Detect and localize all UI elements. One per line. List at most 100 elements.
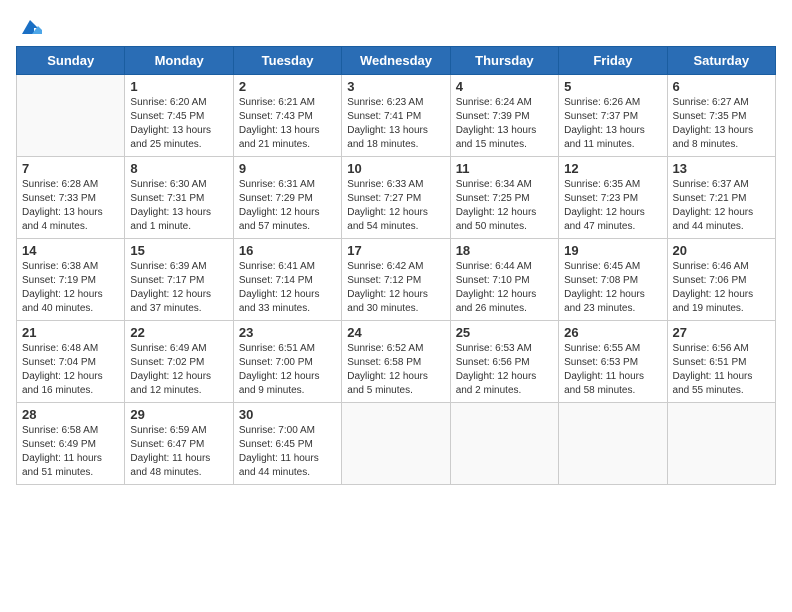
calendar-day-cell: 2 Sunrise: 6:21 AM Sunset: 7:43 PM Daylig… xyxy=(233,75,341,157)
calendar-day-cell: 22 Sunrise: 6:49 AM Sunset: 7:02 PM Dayli… xyxy=(125,321,233,403)
day-number: 11 xyxy=(456,161,553,176)
calendar-day-cell xyxy=(450,403,558,485)
day-number: 5 xyxy=(564,79,661,94)
day-detail: Sunrise: 6:34 AM Sunset: 7:25 PM Dayligh… xyxy=(456,178,553,234)
calendar-week-row: 28 Sunrise: 6:58 AM Sunset: 6:49 PM Dayli… xyxy=(17,403,776,485)
day-detail: Sunrise: 6:20 AM Sunset: 7:45 PM Dayligh… xyxy=(130,96,227,152)
calendar-day-cell: 28 Sunrise: 6:58 AM Sunset: 6:49 PM Dayli… xyxy=(17,403,125,485)
calendar-day-cell: 24Sunrise: 6:52 AM Sunset: 6:58 PM Dayli… xyxy=(342,321,450,403)
day-detail: Sunrise: 6:46 AM Sunset: 7:06 PM Dayligh… xyxy=(673,260,770,316)
logo xyxy=(16,20,42,38)
day-detail: Sunrise: 6:39 AM Sunset: 7:17 PM Dayligh… xyxy=(130,260,227,316)
calendar-day-cell: 17 Sunrise: 6:42 AM Sunset: 7:12 PM Dayli… xyxy=(342,239,450,321)
day-detail: Sunrise: 6:45 AM Sunset: 7:08 PM Dayligh… xyxy=(564,260,661,316)
day-number: 20 xyxy=(673,243,770,258)
calendar-day-cell: 13 Sunrise: 6:37 AM Sunset: 7:21 PM Dayli… xyxy=(667,157,775,239)
day-number: 30 xyxy=(239,407,336,422)
day-number: 12 xyxy=(564,161,661,176)
day-number: 15 xyxy=(130,243,227,258)
day-number: 9 xyxy=(239,161,336,176)
day-number: 16 xyxy=(239,243,336,258)
calendar-day-cell: 25 Sunrise: 6:53 AM Sunset: 6:56 PM Dayli… xyxy=(450,321,558,403)
day-detail: Sunrise: 6:48 AM Sunset: 7:04 PM Dayligh… xyxy=(22,342,119,398)
day-detail: Sunrise: 6:41 AM Sunset: 7:14 PM Dayligh… xyxy=(239,260,336,316)
calendar-day-cell: 7Sunrise: 6:28 AM Sunset: 7:33 PM Daylig… xyxy=(17,157,125,239)
day-of-week-header: Tuesday xyxy=(233,47,341,75)
calendar-day-cell: 1Sunrise: 6:20 AM Sunset: 7:45 PM Daylig… xyxy=(125,75,233,157)
day-detail: Sunrise: 6:49 AM Sunset: 7:02 PM Dayligh… xyxy=(130,342,227,398)
day-detail: Sunrise: 6:51 AM Sunset: 7:00 PM Dayligh… xyxy=(239,342,336,398)
calendar-day-cell: 9 Sunrise: 6:31 AM Sunset: 7:29 PM Daylig… xyxy=(233,157,341,239)
day-number: 26 xyxy=(564,325,661,340)
calendar-week-row: 21Sunrise: 6:48 AM Sunset: 7:04 PM Dayli… xyxy=(17,321,776,403)
day-number: 2 xyxy=(239,79,336,94)
day-of-week-header: Thursday xyxy=(450,47,558,75)
page-header xyxy=(16,16,776,38)
day-detail: Sunrise: 6:38 AM Sunset: 7:19 PM Dayligh… xyxy=(22,260,119,316)
day-detail: Sunrise: 6:21 AM Sunset: 7:43 PM Dayligh… xyxy=(239,96,336,152)
calendar-week-row: 1Sunrise: 6:20 AM Sunset: 7:45 PM Daylig… xyxy=(17,75,776,157)
calendar-day-cell: 30 Sunrise: 7:00 AM Sunset: 6:45 PM Dayli… xyxy=(233,403,341,485)
day-of-week-header: Saturday xyxy=(667,47,775,75)
calendar-day-cell: 15 Sunrise: 6:39 AM Sunset: 7:17 PM Dayli… xyxy=(125,239,233,321)
day-detail: Sunrise: 6:56 AM Sunset: 6:51 PM Dayligh… xyxy=(673,342,770,398)
calendar-day-cell: 10 Sunrise: 6:33 AM Sunset: 7:27 PM Dayli… xyxy=(342,157,450,239)
day-number: 23 xyxy=(239,325,336,340)
day-detail: Sunrise: 6:58 AM Sunset: 6:49 PM Dayligh… xyxy=(22,424,119,480)
calendar-day-cell: 29Sunrise: 6:59 AM Sunset: 6:47 PM Dayli… xyxy=(125,403,233,485)
calendar-day-cell xyxy=(559,403,667,485)
calendar-day-cell: 8Sunrise: 6:30 AM Sunset: 7:31 PM Daylig… xyxy=(125,157,233,239)
day-detail: Sunrise: 6:31 AM Sunset: 7:29 PM Dayligh… xyxy=(239,178,336,234)
calendar-day-cell: 12 Sunrise: 6:35 AM Sunset: 7:23 PM Dayli… xyxy=(559,157,667,239)
calendar-week-row: 14 Sunrise: 6:38 AM Sunset: 7:19 PM Dayli… xyxy=(17,239,776,321)
day-number: 6 xyxy=(673,79,770,94)
calendar-day-cell: 20 Sunrise: 6:46 AM Sunset: 7:06 PM Dayli… xyxy=(667,239,775,321)
day-detail: Sunrise: 6:26 AM Sunset: 7:37 PM Dayligh… xyxy=(564,96,661,152)
day-number: 27 xyxy=(673,325,770,340)
calendar-day-cell: 6 Sunrise: 6:27 AM Sunset: 7:35 PM Daylig… xyxy=(667,75,775,157)
day-detail: Sunrise: 6:35 AM Sunset: 7:23 PM Dayligh… xyxy=(564,178,661,234)
calendar-day-cell: 23 Sunrise: 6:51 AM Sunset: 7:00 PM Dayli… xyxy=(233,321,341,403)
day-number: 28 xyxy=(22,407,119,422)
day-detail: Sunrise: 6:23 AM Sunset: 7:41 PM Dayligh… xyxy=(347,96,444,152)
calendar-day-cell xyxy=(17,75,125,157)
day-number: 25 xyxy=(456,325,553,340)
logo-icon xyxy=(18,18,42,38)
day-number: 7 xyxy=(22,161,119,176)
day-detail: Sunrise: 6:55 AM Sunset: 6:53 PM Dayligh… xyxy=(564,342,661,398)
day-number: 18 xyxy=(456,243,553,258)
day-detail: Sunrise: 6:53 AM Sunset: 6:56 PM Dayligh… xyxy=(456,342,553,398)
day-detail: Sunrise: 6:52 AM Sunset: 6:58 PM Dayligh… xyxy=(347,342,444,398)
calendar-day-cell xyxy=(342,403,450,485)
calendar-day-cell: 5 Sunrise: 6:26 AM Sunset: 7:37 PM Daylig… xyxy=(559,75,667,157)
calendar-day-cell: 3 Sunrise: 6:23 AM Sunset: 7:41 PM Daylig… xyxy=(342,75,450,157)
day-detail: Sunrise: 6:59 AM Sunset: 6:47 PM Dayligh… xyxy=(130,424,227,480)
calendar-day-cell: 14 Sunrise: 6:38 AM Sunset: 7:19 PM Dayli… xyxy=(17,239,125,321)
day-detail: Sunrise: 6:37 AM Sunset: 7:21 PM Dayligh… xyxy=(673,178,770,234)
day-detail: Sunrise: 6:30 AM Sunset: 7:31 PM Dayligh… xyxy=(130,178,227,234)
calendar-day-cell: 19 Sunrise: 6:45 AM Sunset: 7:08 PM Dayli… xyxy=(559,239,667,321)
day-number: 3 xyxy=(347,79,444,94)
calendar-day-cell: 11 Sunrise: 6:34 AM Sunset: 7:25 PM Dayli… xyxy=(450,157,558,239)
day-detail: Sunrise: 6:33 AM Sunset: 7:27 PM Dayligh… xyxy=(347,178,444,234)
calendar-day-cell: 26 Sunrise: 6:55 AM Sunset: 6:53 PM Dayli… xyxy=(559,321,667,403)
day-detail: Sunrise: 6:27 AM Sunset: 7:35 PM Dayligh… xyxy=(673,96,770,152)
day-of-week-header: Monday xyxy=(125,47,233,75)
day-of-week-header: Sunday xyxy=(17,47,125,75)
day-detail: Sunrise: 6:42 AM Sunset: 7:12 PM Dayligh… xyxy=(347,260,444,316)
day-number: 22 xyxy=(130,325,227,340)
day-number: 10 xyxy=(347,161,444,176)
day-detail: Sunrise: 7:00 AM Sunset: 6:45 PM Dayligh… xyxy=(239,424,336,480)
calendar-day-cell: 21Sunrise: 6:48 AM Sunset: 7:04 PM Dayli… xyxy=(17,321,125,403)
calendar-day-cell: 16 Sunrise: 6:41 AM Sunset: 7:14 PM Dayli… xyxy=(233,239,341,321)
day-number: 17 xyxy=(347,243,444,258)
calendar-day-cell: 27 Sunrise: 6:56 AM Sunset: 6:51 PM Dayli… xyxy=(667,321,775,403)
calendar-day-cell: 4Sunrise: 6:24 AM Sunset: 7:39 PM Daylig… xyxy=(450,75,558,157)
day-number: 14 xyxy=(22,243,119,258)
day-number: 19 xyxy=(564,243,661,258)
calendar-day-cell xyxy=(667,403,775,485)
day-number: 4 xyxy=(456,79,553,94)
day-number: 13 xyxy=(673,161,770,176)
day-of-week-header: Wednesday xyxy=(342,47,450,75)
day-detail: Sunrise: 6:44 AM Sunset: 7:10 PM Dayligh… xyxy=(456,260,553,316)
